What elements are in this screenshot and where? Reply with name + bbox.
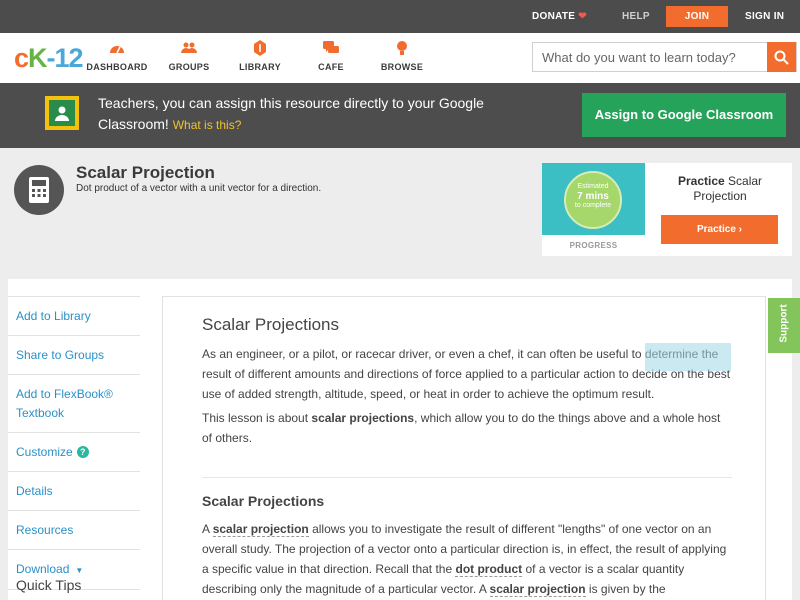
share-to-groups-link[interactable]: Share to Groups	[8, 336, 140, 375]
vocab-dot-product[interactable]: dot product	[455, 562, 523, 577]
article-body-paragraph: A scalar projection allows you to invest…	[202, 522, 727, 597]
chevron-right-icon: ›	[738, 224, 743, 235]
progress-label: PROGRESS	[569, 241, 618, 250]
vocab-scalar-projection-2[interactable]: scalar projection	[489, 582, 586, 597]
add-to-flexbook-link[interactable]: Add to FlexBook® Textbook	[8, 375, 140, 433]
heart-icon: ❤	[578, 11, 587, 22]
nav-cafe[interactable]: CAFE	[291, 40, 371, 72]
practice-estimate-graphic: Estimated 7 mins to complete	[542, 163, 645, 235]
nav-browse[interactable]: BROWSE	[362, 40, 442, 72]
nav-dashboard[interactable]: DASHBOARD	[77, 40, 157, 72]
practice-panel: Estimated 7 mins to complete PROGRESS Pr…	[542, 163, 792, 256]
calculator-icon	[14, 165, 64, 215]
assign-to-google-classroom-button[interactable]: Assign to Google Classroom	[582, 93, 786, 137]
help-link[interactable]: HELP	[622, 0, 650, 33]
library-icon	[220, 40, 300, 60]
google-classroom-icon	[45, 96, 79, 130]
top-utility-bar: DONATE ❤ HELP JOIN SIGN IN	[0, 0, 800, 33]
join-button[interactable]: JOIN	[666, 6, 728, 27]
main-header: cK-12 DASHBOARD GROUPS LIBRARY CAFE BROW…	[0, 33, 800, 83]
what-is-this-link[interactable]: What is this?	[173, 118, 242, 132]
lesson-article: Scalar Projections As an engineer, or a …	[162, 296, 766, 600]
customize-link[interactable]: Customize?	[8, 433, 140, 472]
help-icon[interactable]: ?	[76, 446, 89, 458]
dashboard-icon	[77, 40, 157, 60]
search-button[interactable]	[767, 42, 796, 72]
concept-sidebar: Add to Library Share to Groups Add to Fl…	[8, 296, 140, 590]
quick-tips-heading: Quick Tips	[16, 577, 82, 593]
ck12-logo[interactable]: cK-12	[14, 43, 84, 74]
concept-title: Scalar Projection	[76, 163, 215, 182]
donate-link[interactable]: DONATE ❤	[532, 0, 587, 33]
search-bar	[532, 42, 797, 72]
groups-icon	[149, 40, 229, 60]
add-to-library-link[interactable]: Add to Library	[8, 296, 140, 336]
nav-library[interactable]: LIBRARY	[220, 40, 300, 72]
floating-overlay-button[interactable]	[645, 343, 731, 371]
banner-message: Teachers, you can assign this resource d…	[98, 95, 484, 132]
support-tab[interactable]: Support	[768, 298, 800, 353]
cafe-icon	[291, 40, 371, 60]
concept-subtitle: Dot product of a vector with a unit vect…	[76, 183, 322, 194]
resources-link[interactable]: Resources	[8, 511, 140, 550]
section-heading: Scalar Projections	[202, 493, 325, 509]
browse-icon	[362, 40, 442, 60]
article-heading: Scalar Projections	[202, 315, 340, 334]
search-input[interactable]	[533, 43, 769, 71]
practice-title: Practice Scalar Projection	[677, 174, 763, 203]
sign-in-link[interactable]: SIGN IN	[745, 0, 784, 33]
vocab-scalar-projection[interactable]: scalar projection	[212, 522, 309, 537]
practice-button[interactable]: Practice ›	[661, 215, 778, 244]
article-lesson-paragraph: This lesson is about scalar projections,…	[202, 411, 721, 445]
details-link[interactable]: Details	[8, 472, 140, 511]
nav-groups[interactable]: GROUPS	[149, 40, 229, 72]
google-classroom-banner: Teachers, you can assign this resource d…	[0, 83, 800, 148]
search-icon	[774, 50, 789, 65]
caret-down-icon: ▼	[75, 566, 84, 575]
divider	[202, 477, 732, 478]
